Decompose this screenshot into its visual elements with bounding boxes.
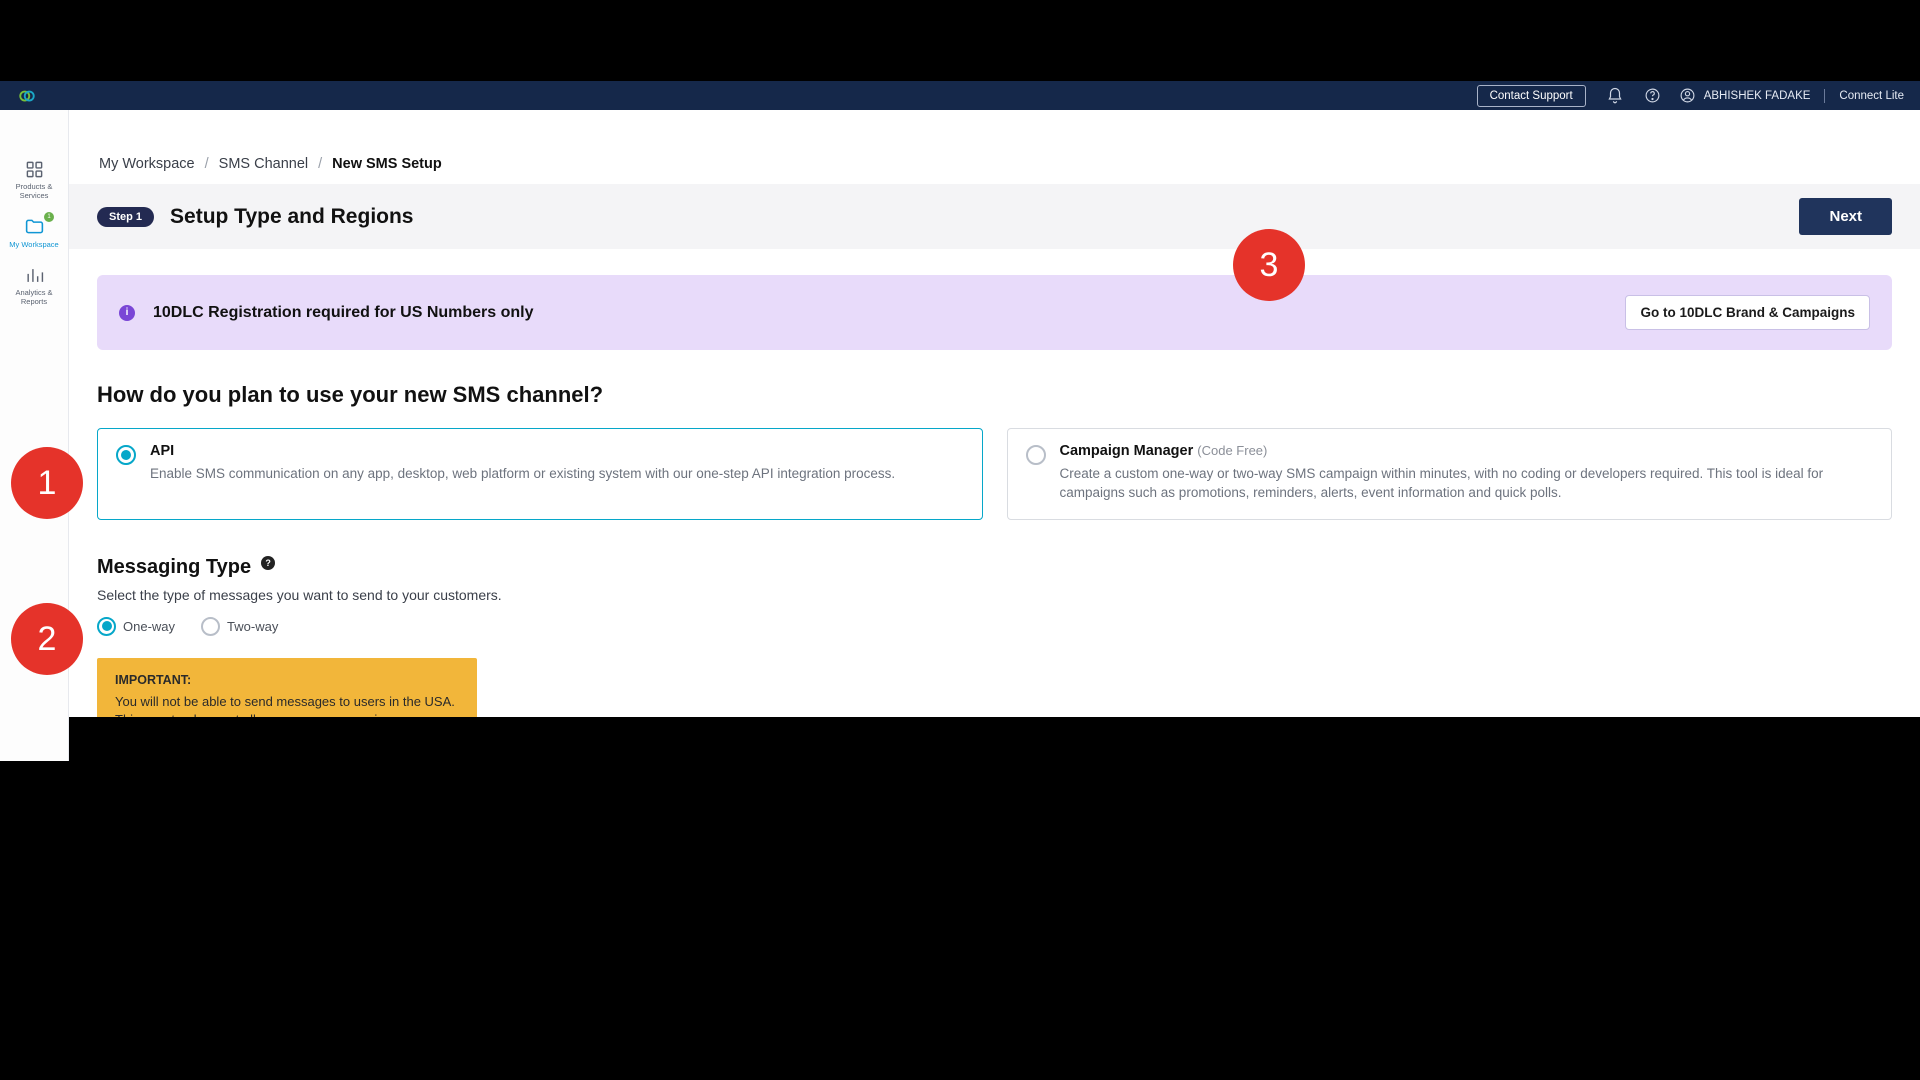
important-line: You will not be able to send messages to… <box>115 693 459 711</box>
bell-icon[interactable] <box>1606 87 1624 105</box>
brand-logo-icon <box>18 87 36 105</box>
important-line: This country does not allow one-way mess… <box>115 711 459 717</box>
contact-support-button[interactable]: Contact Support <box>1477 85 1586 107</box>
next-button[interactable]: Next <box>1799 198 1892 235</box>
radio-icon <box>116 445 136 465</box>
breadcrumb-root[interactable]: My Workspace <box>99 156 195 172</box>
user-name: ABHISHEK FADAKE <box>1704 90 1811 102</box>
user-menu[interactable]: ABHISHEK FADAKE Connect Lite <box>1679 87 1904 104</box>
main-panel: My Workspace / SMS Channel / New SMS Set… <box>69 110 1920 717</box>
alert-10dlc: i 10DLC Registration required for US Num… <box>97 275 1892 350</box>
breadcrumb-current: New SMS Setup <box>332 156 442 172</box>
option-api[interactable]: API Enable SMS communication on any app,… <box>97 428 983 520</box>
sidebar-item-label: My Workspace <box>9 241 58 250</box>
grid-icon <box>25 160 44 179</box>
alert-text: 10DLC Registration required for US Numbe… <box>153 304 534 322</box>
usage-question: How do you plan to use your new SMS chan… <box>97 382 1892 408</box>
option-api-desc: Enable SMS communication on any app, des… <box>150 465 895 484</box>
option-cm-title: Campaign Manager (Code Free) <box>1060 443 1874 459</box>
radio-label: One-way <box>123 619 175 634</box>
code-free-tag: (Code Free) <box>1197 443 1267 458</box>
sidebar-item-label: Analytics & Reports <box>6 289 62 306</box>
messaging-type-heading: Messaging Type <box>97 556 251 579</box>
bar-chart-icon <box>25 266 44 285</box>
info-icon: i <box>119 305 135 321</box>
option-api-title: API <box>150 443 895 459</box>
option-campaign-manager[interactable]: Campaign Manager (Code Free) Create a cu… <box>1007 428 1893 520</box>
step-header: Step 1 Setup Type and Regions Next <box>69 184 1920 249</box>
go-10dlc-button[interactable]: Go to 10DLC Brand & Campaigns <box>1625 295 1870 330</box>
sidebar-item-workspace[interactable]: 1 My Workspace <box>0 210 68 260</box>
important-label: IMPORTANT: <box>115 672 459 690</box>
folder-icon <box>24 216 45 237</box>
option-cm-desc: Create a custom one-way or two-way SMS c… <box>1060 465 1874 503</box>
messaging-type-subtitle: Select the type of messages you want to … <box>97 587 1892 603</box>
badge-count: 1 <box>44 212 54 222</box>
sidebar-item-analytics[interactable]: Analytics & Reports <box>0 260 68 316</box>
sidebar-item-products[interactable]: Products & Services <box>0 154 68 210</box>
messaging-type-two-way[interactable]: Two-way <box>201 617 278 636</box>
breadcrumb-mid[interactable]: SMS Channel <box>219 156 308 172</box>
radio-icon <box>97 617 116 636</box>
user-avatar-icon <box>1679 87 1696 104</box>
radio-icon <box>201 617 220 636</box>
sidebar: Products & Services 1 My Workspace Analy… <box>0 110 69 761</box>
step-pill: Step 1 <box>97 207 154 227</box>
radio-label: Two-way <box>227 619 278 634</box>
breadcrumb: My Workspace / SMS Channel / New SMS Set… <box>69 110 1920 184</box>
radio-icon <box>1026 445 1046 465</box>
messaging-type-one-way[interactable]: One-way <box>97 617 175 636</box>
help-icon[interactable] <box>1644 87 1661 104</box>
topbar: Contact Support ABHISHEK FADAKE Connect … <box>0 81 1920 110</box>
important-warning: IMPORTANT: You will not be able to send … <box>97 658 477 717</box>
page-title: Setup Type and Regions <box>170 205 413 229</box>
sidebar-item-label: Products & Services <box>6 183 62 200</box>
help-tooltip-icon[interactable]: ? <box>261 556 275 570</box>
user-plan-label: Connect Lite <box>1839 90 1904 102</box>
